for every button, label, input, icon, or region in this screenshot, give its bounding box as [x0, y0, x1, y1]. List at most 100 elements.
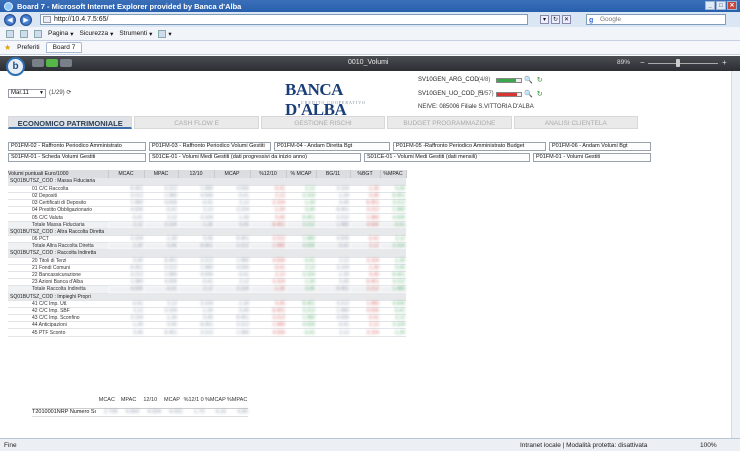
nav-gestione-rischi[interactable]: GESTIONE RISCHI: [260, 116, 386, 129]
table-cell: -1,30: [144, 235, 178, 244]
column-header[interactable]: %12/10: [250, 170, 287, 178]
report-link[interactable]: P01FM-06 - Andam Volumi Bgt: [549, 142, 651, 151]
table-cell: -0,41: [108, 300, 144, 308]
section-nav: ECONOMICO PATRIMONIALE CASH FLOW E GESTI…: [8, 116, 639, 129]
table-cell: 0,45: [178, 314, 214, 323]
address-text: http://10.4.7.5:65/: [54, 16, 109, 23]
zoom-in-icon[interactable]: +: [722, 58, 727, 67]
refresh-icon[interactable]: ↻: [551, 15, 560, 24]
column-header[interactable]: % MCAP: [286, 170, 317, 178]
table-cell: 4.506: [250, 257, 286, 265]
table-cell: 3.104: [350, 257, 380, 265]
refresh-icon[interactable]: ↻: [537, 76, 543, 84]
menu-safety[interactable]: Sicurezza ▾: [80, 30, 114, 38]
mode-tab-1[interactable]: [32, 59, 44, 67]
column-header[interactable]: MPAC: [144, 170, 179, 178]
column-header[interactable]: %MPAC: [380, 170, 407, 178]
column-header[interactable]: 12/10: [178, 170, 215, 178]
table-cell: 8.451: [108, 185, 144, 193]
column-header[interactable]: MCAP: [214, 170, 251, 178]
table-row: 23 Azioni Banca d'Alba 1.980 4.506 -0,41 2,1…: [8, 278, 406, 287]
zoom-slider-handle[interactable]: [676, 59, 680, 67]
column-header[interactable]: Volumi puntuali Euro/1000: [8, 170, 109, 178]
refresh-small-icon[interactable]: ⟳: [66, 90, 71, 96]
table-cell: -0,41: [144, 206, 178, 215]
row-label: 42 C/C Imp. SBF: [8, 307, 108, 316]
zoom-out-icon[interactable]: −: [640, 58, 645, 67]
table-cell: 8.451: [286, 213, 316, 222]
table-cell: 4.506: [380, 300, 406, 308]
report-link[interactable]: S01FM-01 - Scheda Volumi Gestiti: [8, 153, 146, 162]
column-header[interactable]: %BGT: [350, 170, 381, 178]
refresh-icon[interactable]: ↻: [537, 90, 543, 98]
summary-cell: 1,70: [182, 408, 205, 417]
back-button[interactable]: ◀: [4, 13, 16, 26]
summary-cell: 4.669: [117, 408, 140, 417]
browser-tab[interactable]: Board 7: [45, 42, 83, 53]
compat-icon[interactable]: ▾: [540, 15, 549, 24]
minimize-button[interactable]: _: [705, 1, 715, 10]
zoom-status[interactable]: 100%: [700, 442, 717, 449]
report-link[interactable]: P01FM-03 - Raffronto Periodico Volumi Ge…: [149, 142, 271, 151]
menu-page[interactable]: Pagina ▾: [48, 30, 74, 38]
report-link[interactable]: P01FM-01 - Volumi Gestiti: [533, 153, 651, 162]
search-icon[interactable]: 🔍: [524, 76, 533, 84]
report-link[interactable]: P01FM-05 -Raffronto Periodico Amministra…: [393, 142, 546, 151]
vertical-scrollbar[interactable]: [731, 71, 740, 438]
column-header[interactable]: MCAC: [108, 170, 145, 178]
table-cell: 3.104: [286, 192, 316, 201]
table-cell: 4.506: [286, 242, 316, 251]
table-row: 20 Titoli di Terzi 0,45 8.451 3.212 1.980 4.5…: [8, 257, 406, 265]
report-link[interactable]: P01FM-04 - Andam Diretta Bgt: [274, 142, 390, 151]
stop-icon[interactable]: ✕: [562, 15, 571, 24]
home-button[interactable]: [6, 29, 14, 38]
forward-button[interactable]: ▶: [20, 13, 32, 26]
report-link[interactable]: P01FM-02 - Raffronto Periodico Amministr…: [8, 142, 146, 151]
mode-tab-3[interactable]: [60, 59, 72, 67]
help-button[interactable]: ▾: [158, 29, 172, 38]
print-button[interactable]: [34, 29, 42, 38]
selector-uo[interactable]: SV10GEN_UO_COD_FI (5/57) 🔍 ↻: [418, 90, 543, 98]
address-bar-row: ◀ ▶ http://10.4.7.5:65/ ▾ ↻ ✕ g Google: [0, 12, 740, 27]
summary-column-header: MPAC: [117, 392, 140, 409]
nav-economico-patrimoniale[interactable]: ECONOMICO PATRIMONIALE: [8, 116, 133, 129]
feed-icon: [20, 29, 28, 38]
table-cell: 4.506: [108, 285, 144, 294]
period-select[interactable]: Mar.11 ▼: [8, 89, 46, 98]
close-button[interactable]: ✕: [727, 1, 737, 10]
google-icon: g: [589, 17, 594, 24]
search-icon[interactable]: 🔍: [524, 90, 533, 98]
nav-budget[interactable]: BUDGET PROGRAMMAZIONE: [387, 116, 512, 129]
table-cell: 1.980: [250, 321, 286, 330]
nav-analisi-clientela[interactable]: ANALISI CLIENTELA: [513, 116, 639, 129]
report-link[interactable]: S01CE-01 - Volumi Medi Gestiti (dati pro…: [149, 153, 361, 162]
selector-arg[interactable]: SV10GEN_ARG_COD (4/8) 🔍 ↻: [418, 76, 543, 84]
table-cell: 0,45: [144, 242, 178, 251]
mode-tab-2[interactable]: [46, 59, 58, 67]
table-cell: 3.104: [214, 206, 250, 215]
table-cell: 2,12: [144, 300, 178, 308]
summary-row-label: T2010001NRP Numero Soci: [32, 408, 96, 417]
table-cell: -1,30: [380, 257, 406, 265]
search-input[interactable]: g Google: [586, 14, 726, 25]
menu-tools[interactable]: Strumenti ▾: [119, 30, 152, 38]
table-cell: -1,30: [214, 213, 250, 222]
feeds-button[interactable]: [20, 29, 28, 38]
table-row: 41 C/C Imp. Utl. -0,41 2,12 3.104 -1,30 0,45 8…: [8, 300, 406, 308]
row-label: SQ01BUTSZ_COD : Massa Fiduciaria: [8, 178, 406, 186]
zoom-slider[interactable]: [648, 63, 718, 64]
period-value: Mar.11: [11, 90, 29, 96]
column-header[interactable]: BG/11: [316, 170, 351, 178]
address-field[interactable]: http://10.4.7.5:65/: [40, 14, 528, 25]
nav-cash-flow[interactable]: CASH FLOW E: [134, 116, 259, 129]
status-bar: Fine Intranet locale | Modalità protetta…: [0, 438, 740, 451]
table-cell: 2,12: [350, 242, 380, 251]
table-cell: 2,12: [286, 264, 316, 272]
report-link[interactable]: S01CE-01 - Volumi Medi Gestiti (dati men…: [364, 153, 530, 162]
table-cell: 1.980: [108, 278, 144, 287]
status-text: Fine: [4, 442, 17, 449]
table-cell: 3.104: [380, 321, 406, 330]
favorites-button[interactable]: Preferiti: [17, 44, 39, 51]
table-cell: 4.506: [250, 328, 286, 337]
maximize-button[interactable]: □: [716, 1, 726, 10]
